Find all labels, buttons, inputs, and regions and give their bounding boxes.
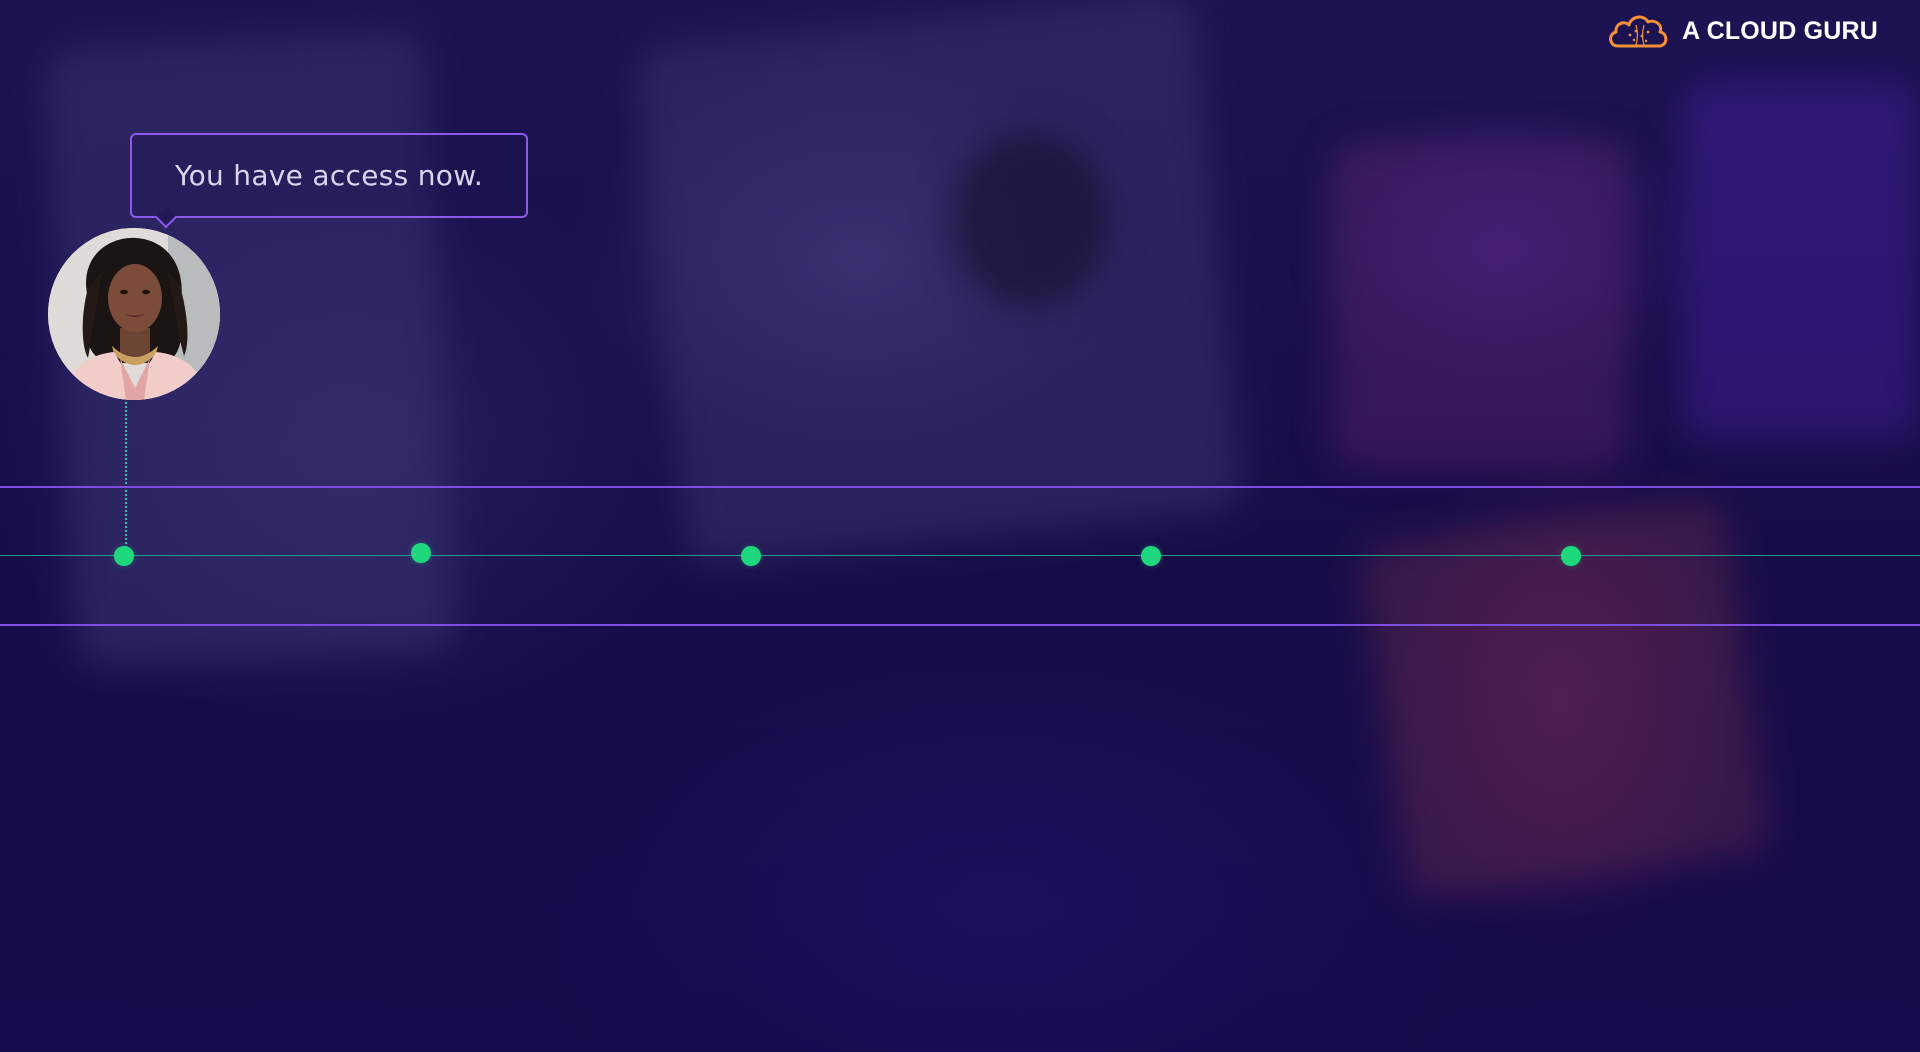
timeline-marker [1561, 546, 1581, 566]
brand-name: A CLOUD GURU [1682, 16, 1878, 45]
presenter-avatar [48, 228, 220, 400]
timeline-marker [114, 546, 134, 566]
timeline-band-bottom [0, 624, 1920, 626]
person-icon [48, 228, 220, 400]
speech-bubble-text: You have access now. [174, 159, 484, 192]
background-blur-shape [950, 130, 1110, 310]
timeline-band-top [0, 486, 1920, 488]
speech-bubble: You have access now. [130, 133, 528, 229]
background-blur-shape [634, 0, 1246, 568]
video-frame: A CLOUD GURU You have access now. [0, 0, 1920, 1052]
avatar-connector-line [125, 402, 127, 556]
timeline-track [0, 555, 1920, 556]
timeline-marker [411, 543, 431, 563]
background-blur-shape [1680, 80, 1920, 440]
timeline-marker [1141, 546, 1161, 566]
brand-logo: A CLOUD GURU [1606, 10, 1878, 52]
background-blur-shape [1330, 140, 1630, 470]
cloud-logo-icon [1609, 15, 1668, 48]
timeline-marker [741, 546, 761, 566]
